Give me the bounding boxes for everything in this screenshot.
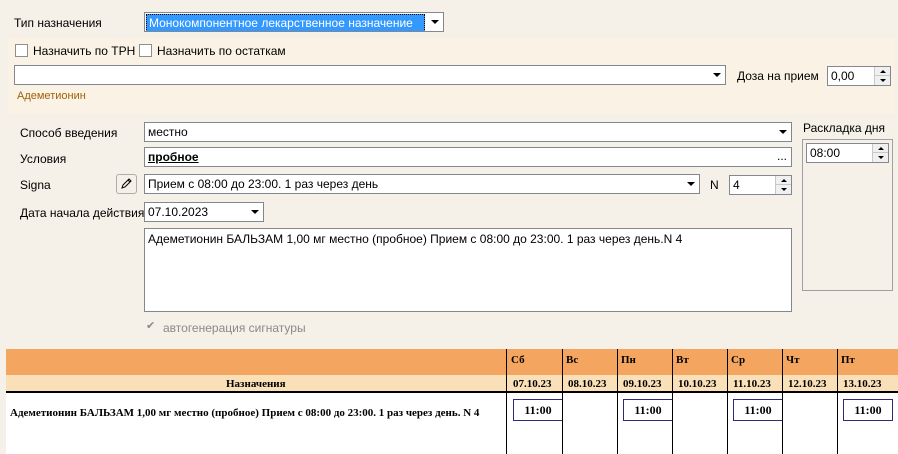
route-select[interactable]: местно xyxy=(144,122,792,142)
day-date: 09.10.23 xyxy=(623,378,662,390)
dose-time-cell[interactable]: 11:00 xyxy=(513,399,563,421)
edit-signa-button[interactable] xyxy=(116,174,137,194)
day-of-week: Чт xyxy=(786,354,800,366)
dose-time-cell[interactable]: 11:00 xyxy=(623,399,673,421)
assign-stock-label: Назначить по остаткам xyxy=(157,44,286,58)
conditions-label: Условия xyxy=(20,152,67,166)
day-of-week: Сб xyxy=(511,354,525,366)
start-date-picker[interactable]: 07.10.2023 xyxy=(144,202,264,222)
assign-trn-checkbox[interactable] xyxy=(15,44,28,57)
assign-trn-label: Назначить по ТРН xyxy=(33,44,136,58)
day-of-week: Пт xyxy=(841,354,855,366)
start-date-value: 07.10.2023 xyxy=(148,205,209,219)
start-date-label: Дата начала действия xyxy=(20,206,145,220)
day-of-week: Ср xyxy=(731,354,746,366)
schedule-header-days xyxy=(6,349,898,375)
n-stepper[interactable]: 4 xyxy=(729,175,792,195)
dose-stepper[interactable]: 0,00 xyxy=(827,66,891,86)
route-value: местно xyxy=(148,125,188,139)
day-date: 12.10.23 xyxy=(788,378,827,390)
day-date: 10.10.23 xyxy=(678,378,717,390)
time-spin[interactable] xyxy=(872,144,888,162)
type-select[interactable]: Монокомпонентное лекарственное назначени… xyxy=(144,12,444,32)
schedule-grid: Назначения Сб 07.10.23 11:00 Вс 08.10.23 Пн 09… xyxy=(6,349,898,454)
day-of-week: Вс xyxy=(566,354,579,366)
chevron-down-icon[interactable] xyxy=(247,204,262,220)
day-date: 13.10.23 xyxy=(843,378,882,390)
day-layout-time-value: 08:00 xyxy=(810,146,841,160)
conditions-value: пробное xyxy=(148,150,199,164)
day-of-week: Вт xyxy=(676,354,689,366)
chevron-down-icon[interactable] xyxy=(427,14,442,30)
drug-name-text: Адеметионин xyxy=(17,90,86,102)
day-layout-time[interactable]: 08:00 xyxy=(806,143,889,163)
dose-spin[interactable] xyxy=(874,67,890,85)
autogen-checkbox[interactable]: ✔ xyxy=(146,320,159,333)
chevron-down-icon[interactable] xyxy=(709,67,724,83)
drug-select[interactable] xyxy=(14,65,726,85)
day-of-week: Пн xyxy=(621,354,636,366)
conditions-field[interactable]: пробное ... xyxy=(144,147,792,167)
dose-label: Доза на прием xyxy=(737,69,819,83)
dose-time-cell[interactable]: 11:00 xyxy=(843,399,893,421)
schedule-col-header: Назначения xyxy=(226,378,286,390)
day-date: 11.10.23 xyxy=(733,378,771,390)
day-date: 08.10.23 xyxy=(568,378,607,390)
n-spin[interactable] xyxy=(775,176,791,194)
schedule-row-text: Адеметионин БАЛЬЗАМ 1,00 мг местно (проб… xyxy=(10,407,480,419)
n-value: 4 xyxy=(733,178,740,192)
dose-time-cell[interactable]: 11:00 xyxy=(733,399,783,421)
chevron-down-icon[interactable] xyxy=(683,176,698,192)
day-layout-label: Раскладка дня xyxy=(803,121,885,135)
type-select-value: Монокомпонентное лекарственное назначени… xyxy=(146,14,425,31)
autogen-label: автогенерация сигнатуры xyxy=(163,321,306,335)
signa-value: Прием с 08:00 до 23:00. 1 раз через день xyxy=(148,177,379,191)
summary-text: Адеметионин БАЛЬЗАМ 1,00 мг местно (проб… xyxy=(148,232,683,246)
n-label: N xyxy=(710,178,719,192)
day-date: 07.10.23 xyxy=(513,378,552,390)
signa-label: Signa xyxy=(20,178,51,192)
conditions-browse-button[interactable]: ... xyxy=(774,148,790,166)
assign-stock-checkbox[interactable] xyxy=(139,44,152,57)
summary-textarea[interactable]: Адеметионин БАЛЬЗАМ 1,00 мг местно (проб… xyxy=(144,228,792,312)
type-label: Тип назначения xyxy=(14,16,102,30)
route-label: Способ введения xyxy=(20,126,118,140)
pencil-icon xyxy=(121,178,132,189)
chevron-down-icon[interactable] xyxy=(775,124,790,140)
signa-select[interactable]: Прием с 08:00 до 23:00. 1 раз через день xyxy=(144,174,700,194)
dose-value: 0,00 xyxy=(831,69,855,83)
